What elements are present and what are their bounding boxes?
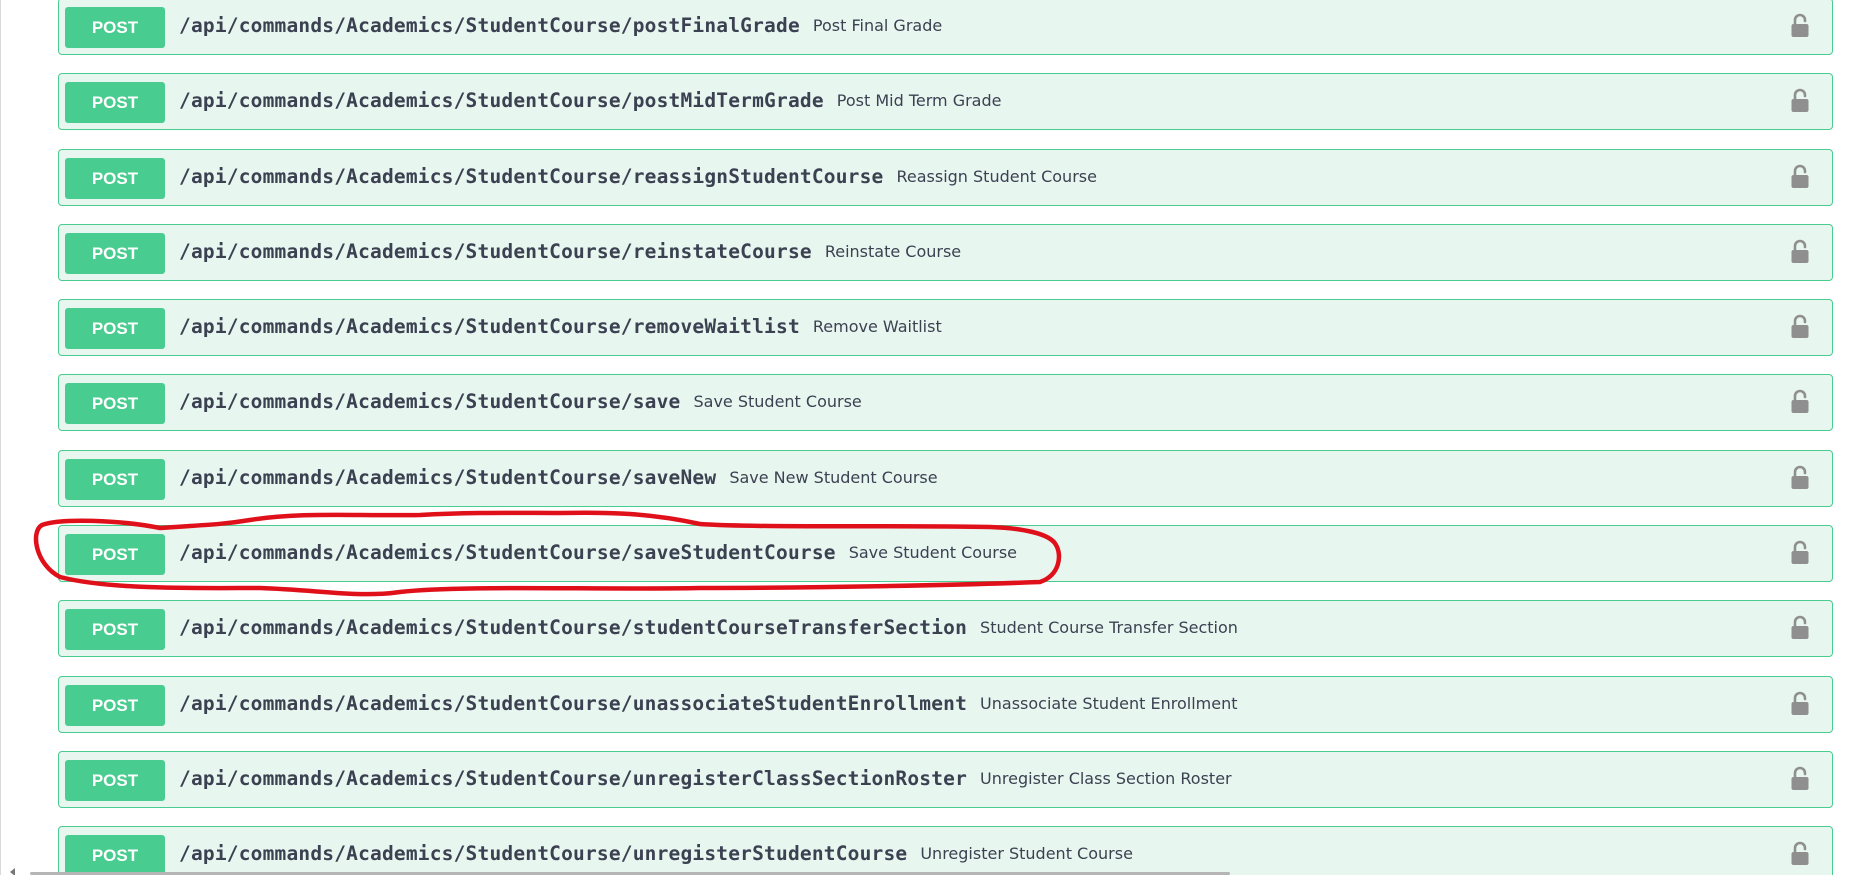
operation-header: /api/commands/Academics/StudentCourse/sa… [179,375,862,429]
operation-student-course-transfer-section[interactable]: POST /api/commands/Academics/StudentCour… [58,600,1833,658]
lock-icon[interactable] [1790,13,1810,39]
operation-path: /api/commands/Academics/StudentCourse/st… [179,616,968,640]
operation-path: /api/commands/Academics/StudentCourse/re… [179,164,884,188]
operation-reassign-student-course[interactable]: POST /api/commands/Academics/StudentCour… [58,148,1833,206]
method-badge: POST [65,759,165,801]
method-badge: POST [65,458,165,500]
operation-save-new[interactable]: POST /api/commands/Academics/StudentCour… [58,449,1833,507]
operation-summary: Save Student Course [848,543,1017,563]
operation-summary: Post Mid Term Grade [836,91,1002,111]
operation-path: /api/commands/Academics/StudentCourse/re… [179,239,812,263]
operation-unregister-student-course[interactable]: POST /api/commands/Academics/StudentCour… [58,826,1833,875]
operation-header: /api/commands/Academics/StudentCourse/un… [179,677,1237,731]
operation-save[interactable]: POST /api/commands/Academics/StudentCour… [58,374,1833,432]
method-badge: POST [65,383,165,425]
operation-path: /api/commands/Academics/StudentCourse/sa… [179,465,717,489]
operation-header: /api/commands/Academics/StudentCourse/re… [179,300,942,354]
method-badge: POST [65,308,165,350]
operation-summary: Post Final Grade [812,16,943,35]
left-divider [0,0,1,875]
lock-icon[interactable] [1790,88,1810,114]
operation-header: /api/commands/Academics/StudentCourse/un… [179,827,1133,875]
lock-icon[interactable] [1790,164,1810,190]
method-badge: POST [65,232,165,274]
lock-icon[interactable] [1790,314,1810,340]
lock-icon[interactable] [1790,766,1810,792]
operation-save-student-course[interactable]: POST /api/commands/Academics/StudentCour… [58,525,1833,583]
operations-list: POST /api/commands/Academics/StudentCour… [58,0,1833,875]
operation-header: /api/commands/Academics/StudentCourse/un… [179,752,1232,806]
method-badge: POST [65,82,165,124]
lock-icon[interactable] [1790,239,1810,265]
swagger-operations-page: POST /api/commands/Academics/StudentCour… [0,0,1854,875]
operation-header: /api/commands/Academics/StudentCourse/st… [179,601,1238,655]
operation-path: /api/commands/Academics/StudentCourse/po… [179,89,824,113]
operation-path: /api/commands/Academics/StudentCourse/un… [179,842,908,866]
operation-header: /api/commands/Academics/StudentCourse/po… [179,0,942,53]
operation-unassociate-student-enrollment[interactable]: POST /api/commands/Academics/StudentCour… [58,675,1833,733]
operation-header: /api/commands/Academics/StudentCourse/sa… [179,526,1017,580]
operation-reinstate-course[interactable]: POST /api/commands/Academics/StudentCour… [58,223,1833,281]
lock-icon[interactable] [1790,691,1810,717]
operation-summary: Student Course Transfer Section [980,618,1238,638]
operation-summary: Unregister Student Course [920,844,1133,864]
operation-header: /api/commands/Academics/StudentCourse/re… [179,150,1097,204]
lock-icon[interactable] [1790,389,1810,415]
operation-summary: Remove Waitlist [812,317,942,337]
operation-header: /api/commands/Academics/StudentCourse/re… [179,225,961,279]
operation-summary: Unregister Class Section Roster [980,768,1232,788]
operation-post-mid-term-grade[interactable]: POST /api/commands/Academics/StudentCour… [58,73,1833,131]
operation-summary: Save New Student Course [729,467,938,487]
operation-summary: Unassociate Student Enrollment [980,693,1238,713]
method-badge: POST [65,7,165,48]
operation-post-final-grade[interactable]: POST /api/commands/Academics/StudentCour… [58,0,1833,55]
operation-summary: Reassign Student Course [896,166,1097,186]
operation-summary: Save Student Course [693,392,862,412]
method-badge: POST [65,835,165,875]
operation-header: /api/commands/Academics/StudentCourse/sa… [179,451,938,505]
operation-path: /api/commands/Academics/StudentCourse/re… [179,315,800,339]
lock-icon[interactable] [1790,615,1810,641]
operation-remove-waitlist[interactable]: POST /api/commands/Academics/StudentCour… [58,299,1833,357]
operation-unregister-class-section-roster[interactable]: POST /api/commands/Academics/StudentCour… [58,750,1833,808]
method-badge: POST [65,157,165,199]
operation-path: /api/commands/Academics/StudentCourse/un… [179,691,968,715]
operation-path: /api/commands/Academics/StudentCourse/un… [179,766,968,790]
method-badge: POST [65,534,165,576]
operation-summary: Reinstate Course [824,241,962,261]
scroll-left-arrow-icon[interactable] [10,868,15,875]
operation-header: /api/commands/Academics/StudentCourse/po… [179,74,1001,128]
method-badge: POST [65,609,165,651]
operation-path: /api/commands/Academics/StudentCourse/po… [179,14,800,37]
lock-icon[interactable] [1790,540,1810,566]
method-badge: POST [65,684,165,726]
lock-icon[interactable] [1790,465,1810,491]
operation-path: /api/commands/Academics/StudentCourse/sa… [179,541,836,565]
lock-icon[interactable] [1790,841,1810,867]
operation-path: /api/commands/Academics/StudentCourse/sa… [179,390,681,414]
